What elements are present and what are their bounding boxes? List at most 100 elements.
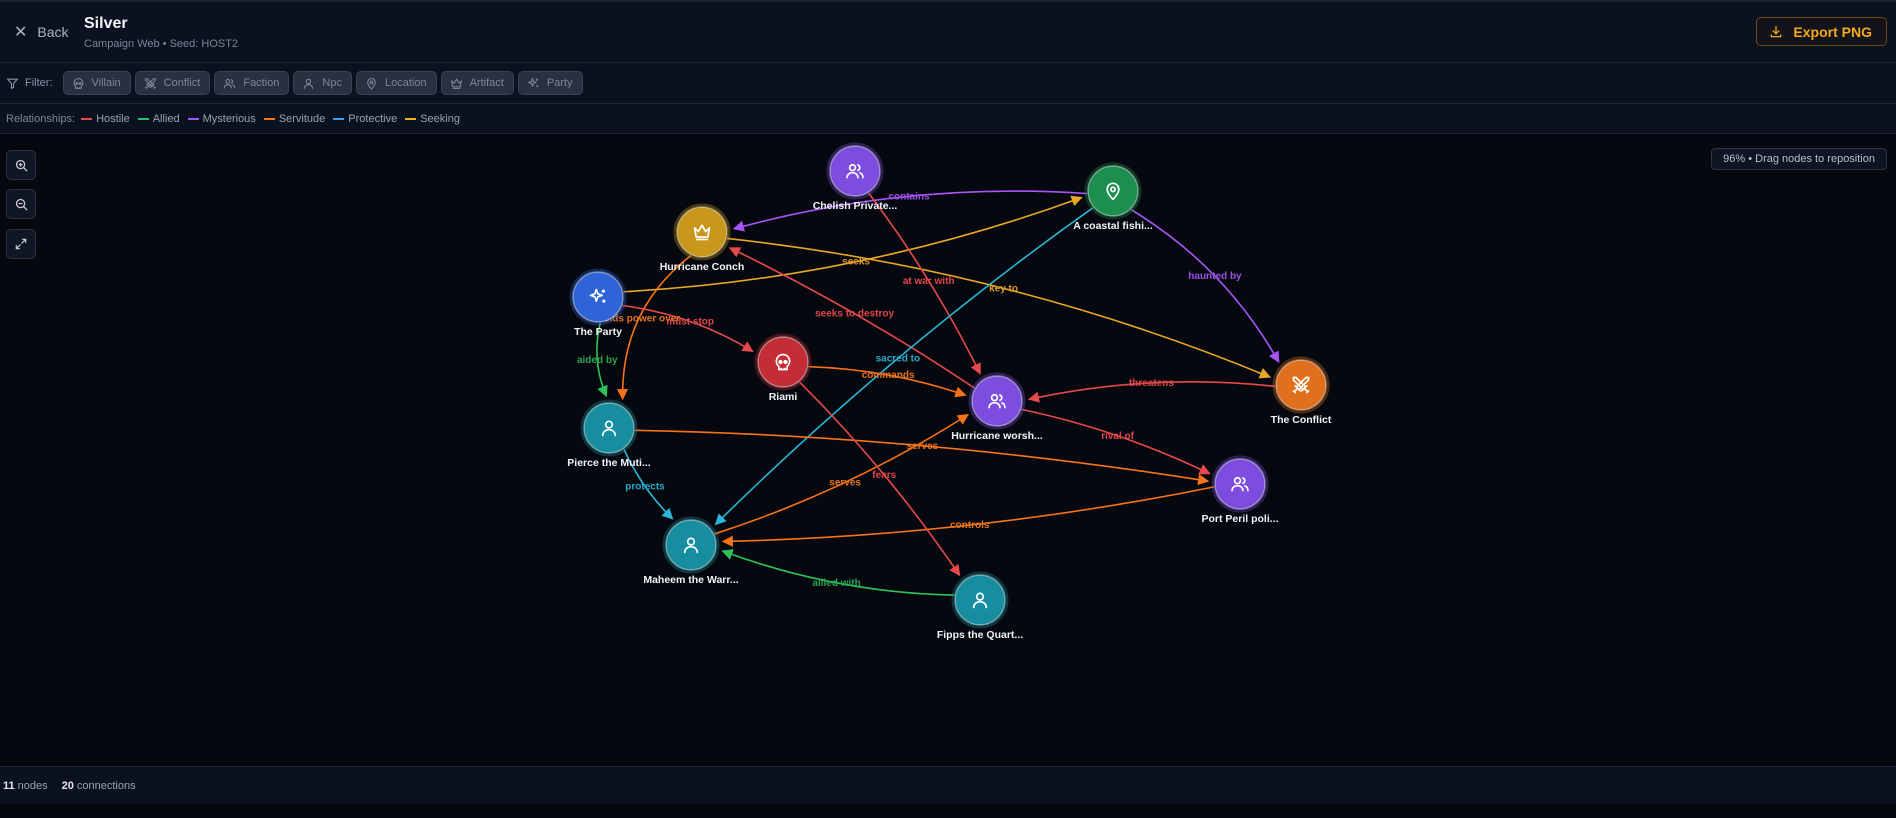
node-label: Maheem the Warr... <box>643 574 738 586</box>
filter-chip-label: Location <box>384 77 427 89</box>
legend-item-seeking: Seeking <box>405 113 460 125</box>
legend-label: Servitude <box>278 112 326 125</box>
legend-label: Seeking <box>420 112 460 125</box>
node-circle <box>1214 458 1266 510</box>
nodes-stat: 11 nodes <box>3 780 48 792</box>
legend-swatch <box>187 117 199 120</box>
map-pin-icon <box>367 77 376 89</box>
filter-chip-conflict[interactable]: Conflict <box>134 71 211 95</box>
edge-label: controls <box>950 520 990 531</box>
nodes-count: 11 <box>3 779 15 792</box>
edge-label: commands <box>862 370 915 381</box>
download-icon <box>1771 25 1782 37</box>
legend-item-mysterious: Mysterious <box>187 112 256 125</box>
edge-label: must stop <box>666 316 714 327</box>
sparkles-icon <box>527 77 539 87</box>
page-title: Silver <box>84 15 128 32</box>
filter-chip-label: Party <box>546 77 573 89</box>
legend-item-protective: Protective <box>333 113 397 125</box>
node-circle <box>676 206 728 258</box>
legend-swatch <box>137 117 149 120</box>
filter-chip-artifact[interactable]: Artifact <box>440 71 514 95</box>
filter-label: Filter: <box>25 77 53 89</box>
zoom-info: 96% • Drag nodes to reposition <box>1711 148 1887 170</box>
crown-icon <box>450 78 462 89</box>
filter-chip-label: Faction <box>243 77 280 89</box>
edge-label: haunted by <box>1188 271 1242 282</box>
filter-icon <box>6 78 19 89</box>
filter-chip-label: Npc <box>322 77 342 89</box>
edge-label: aided by <box>577 355 618 366</box>
node-label: A coastal fishi... <box>1073 220 1153 232</box>
filter-chip-label: Artifact <box>469 77 504 89</box>
filter-chip-npc[interactable]: Npc <box>293 71 352 95</box>
legend-label: Hostile <box>96 112 130 125</box>
zoom-out-icon <box>15 198 28 211</box>
swords-icon <box>144 77 156 89</box>
zoom-out-button[interactable] <box>6 189 36 219</box>
filter-chip-faction[interactable]: Faction <box>214 71 290 95</box>
edge-label: sacred to <box>876 353 920 364</box>
edge-label: at war with <box>903 276 955 287</box>
legend-swatch <box>405 117 417 120</box>
top-bar: ✕ Back Silver Campaign Web • Seed: HOST2… <box>0 0 1896 63</box>
node-party[interactable]: The Party <box>569 268 627 338</box>
export-label: Export PNG <box>1793 23 1872 40</box>
node-label: Port Peril poli... <box>1201 513 1278 525</box>
bottom-strip <box>0 804 1896 818</box>
edge-label: rival of <box>1101 431 1134 442</box>
edge-portperil-maheem <box>721 486 1215 547</box>
filter-chip-location[interactable]: Location <box>355 71 437 95</box>
relationships-legend: Relationships: Hostile Allied Mysterious Se… <box>0 104 1896 134</box>
graph-canvas[interactable]: contains haunted by seeks key to at war with… <box>0 134 1896 766</box>
legend-label: Allied <box>152 112 180 125</box>
skull-icon <box>73 77 83 89</box>
node-label: Fipps the Quart... <box>937 629 1023 641</box>
filter-label-group: Filter: <box>6 77 53 90</box>
export-png-button[interactable]: Export PNG <box>1756 17 1887 46</box>
node-label: The Party <box>574 326 622 338</box>
graph-svg[interactable]: containshaunted byseekskey toat war with… <box>0 134 1896 766</box>
node-riami[interactable]: Riami <box>754 333 812 403</box>
legend-swatch <box>263 117 275 120</box>
connections-count: 20 <box>61 779 74 792</box>
back-label: Back <box>37 24 69 40</box>
node-label: Chelish Private... <box>813 200 898 212</box>
filter-chip-villain[interactable]: Villain <box>62 71 131 95</box>
zoom-in-button[interactable] <box>6 150 36 180</box>
edge-label: threatens <box>1129 378 1174 389</box>
legend-item-allied: Allied <box>137 112 180 125</box>
edge-label: seeks <box>842 257 870 268</box>
node-pierce[interactable]: Pierce the Muti... <box>567 399 651 469</box>
node-portperil[interactable]: Port Peril poli... <box>1201 455 1279 525</box>
node-circle <box>971 375 1023 427</box>
edge-maheem-worship <box>714 413 969 535</box>
legend-swatch <box>81 117 93 120</box>
filter-chip-label: Villain <box>91 77 121 89</box>
legend-swatch <box>333 117 345 120</box>
fit-view-button[interactable] <box>6 229 36 259</box>
legend-item-servitude: Servitude <box>263 112 326 125</box>
node-conflict[interactable]: The Conflict <box>1271 356 1332 426</box>
node-label: Pierce the Muti... <box>567 457 651 469</box>
back-button[interactable]: ✕ Back <box>14 22 69 42</box>
user-icon <box>304 78 314 89</box>
edge-label: protects <box>625 481 665 492</box>
page-subtitle: Campaign Web • Seed: HOST2 <box>84 38 239 50</box>
connections-label: connections <box>76 779 136 792</box>
users-icon <box>224 78 236 88</box>
node-fipps[interactable]: Fipps the Quart... <box>937 571 1023 641</box>
filter-chip-party[interactable]: Party <box>517 71 583 95</box>
connections-stat: 20 connections <box>62 780 136 792</box>
legend-label: Mysterious <box>202 112 256 125</box>
node-circle <box>1275 359 1327 411</box>
node-circle <box>829 145 881 197</box>
filter-chips: Villain Conflict Faction Npc Location Artifac… <box>62 71 587 95</box>
node-worship[interactable]: Hurricane worsh... <box>951 372 1043 442</box>
filter-chip-label: Conflict <box>163 77 201 89</box>
node-coastal[interactable]: A coastal fishi... <box>1073 162 1153 232</box>
node-chelish[interactable]: Chelish Private... <box>813 142 898 212</box>
relationships-label: Relationships: <box>6 112 76 125</box>
expand-icon <box>15 238 27 250</box>
node-label: Hurricane Conch <box>660 261 745 273</box>
